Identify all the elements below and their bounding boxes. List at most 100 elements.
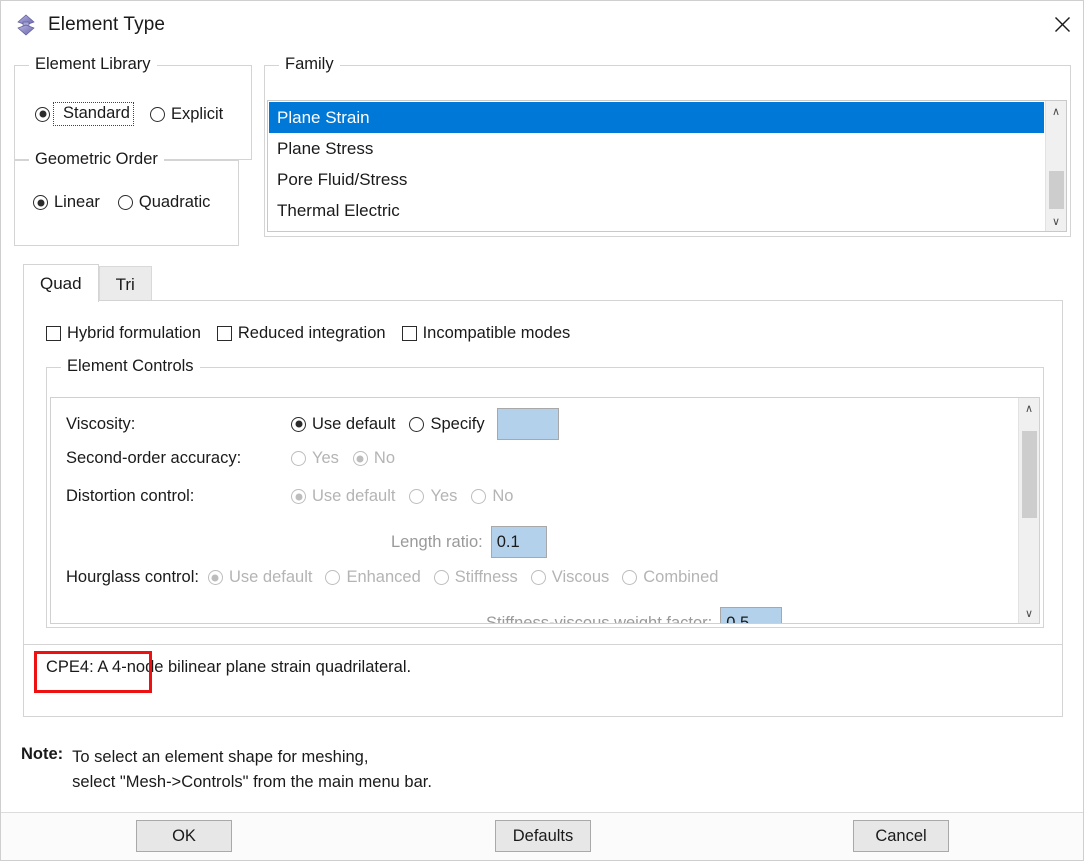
note-line: To select an element shape for meshing, <box>72 748 369 766</box>
family-item-label: Thermal Electric <box>277 201 400 220</box>
radio-hourglass-viscous-label: Viscous <box>551 568 610 586</box>
viscosity-label: Viscosity: <box>66 414 136 433</box>
length-ratio-input[interactable]: 0.1 <box>490 526 547 558</box>
tab-quad[interactable]: Quad <box>23 264 99 302</box>
scroll-down-arrow-icon[interactable]: ∨ <box>1019 603 1039 623</box>
distortion-control-label: Distortion control: <box>66 487 195 505</box>
checkbox-reduced-label: Reduced integration <box>237 324 386 342</box>
checkbox-incompatible-modes[interactable]: Incompatible modes <box>401 324 571 343</box>
note-lines: To select an element shape for meshing, … <box>72 745 432 795</box>
element-controls-scrollbar-thumb[interactable] <box>1022 431 1037 518</box>
scroll-down-arrow-icon[interactable]: ∨ <box>1046 211 1066 231</box>
stiffness-viscous-weight-factor-input[interactable]: 0.5 <box>720 607 783 623</box>
radio-second-order-yes-dot <box>291 451 306 466</box>
note-label: Note: <box>21 745 64 763</box>
cancel-button[interactable]: Cancel <box>853 820 949 852</box>
radio-viscosity-use-default[interactable]: Use default <box>291 415 395 434</box>
element-description-text: CPE4: A 4-node bilinear plane strain qua… <box>46 658 412 676</box>
viscosity-value-input[interactable] <box>496 408 559 440</box>
defaults-button-label: Defaults <box>512 826 574 845</box>
checkbox-hybrid-box <box>46 326 61 341</box>
scroll-up-arrow-icon[interactable]: ∧ <box>1046 101 1066 121</box>
radio-explicit-label: Explicit <box>170 104 224 123</box>
radio-distortion-no-dot <box>471 489 487 504</box>
radio-standard[interactable]: Standard <box>35 102 134 126</box>
radio-quadratic-dot <box>117 195 133 210</box>
second-order-accuracy-label: Second-order accuracy: <box>66 449 242 467</box>
radio-viscosity-specify-dot <box>409 416 425 432</box>
radio-quadratic[interactable]: Quadratic <box>117 193 211 212</box>
radio-hourglass-combined-label: Combined <box>643 568 719 586</box>
radio-viscosity-specify[interactable]: Specify <box>409 415 485 434</box>
radio-quadratic-label: Quadratic <box>138 193 211 211</box>
row-hourglass-control: Hourglass control: Use default Enhanced … <box>66 568 718 587</box>
family-listbox[interactable]: Plane Strain Plane Stress Pore Fluid/Str… <box>267 100 1067 232</box>
cancel-button-label: Cancel <box>875 826 927 845</box>
radio-hourglass-use-default-label: Use default <box>228 568 313 586</box>
list-item[interactable]: Thermal Electric <box>269 195 1044 226</box>
radio-viscosity-use-default-dot <box>291 416 306 432</box>
radio-linear[interactable]: Linear <box>33 193 100 212</box>
ok-button-label: OK <box>172 826 196 845</box>
close-icon[interactable] <box>1039 1 1083 47</box>
family-scrollbar[interactable]: ∧ ∨ <box>1045 101 1066 231</box>
checkbox-hybrid-formulation[interactable]: Hybrid formulation <box>46 324 201 343</box>
checkbox-reduced-box <box>216 326 232 341</box>
radio-distortion-use-default-dot <box>291 489 306 504</box>
radio-distortion-yes[interactable]: Yes <box>409 487 457 506</box>
radio-hourglass-stiffness-dot <box>433 570 449 585</box>
radio-second-order-yes-label: Yes <box>312 449 339 467</box>
row-stiffness-viscous-weight-factor: Stiffness-viscous weight factor: 0.5 <box>486 607 783 624</box>
radio-hourglass-stiffness-label: Stiffness <box>454 568 518 586</box>
row-distortion-control: Distortion control: Use default Yes No <box>66 487 513 506</box>
radio-hourglass-combined-dot <box>622 570 638 585</box>
list-item[interactable]: Plane Stress <box>269 133 1044 164</box>
radio-distortion-no[interactable]: No <box>471 487 513 506</box>
note-line: select "Mesh->Controls" from the main me… <box>72 773 432 791</box>
tab-tri[interactable]: Tri <box>98 266 152 302</box>
radio-second-order-no[interactable]: No <box>352 449 396 468</box>
tab-tri-label: Tri <box>115 274 135 294</box>
radio-second-order-no-label: No <box>373 449 396 467</box>
element-type-dialog: Element Type Element Library Standard Ex… <box>0 0 1084 861</box>
element-controls-title: Element Controls <box>61 357 200 376</box>
element-controls-scroll-area[interactable]: Viscosity: Use default Specify Second-or… <box>50 397 1040 624</box>
element-library-title: Element Library <box>29 55 157 74</box>
element-library-group: Element Library Standard Explicit <box>14 55 252 160</box>
checkbox-hybrid-label: Hybrid formulation <box>67 324 201 342</box>
abaqus-element-icon <box>14 13 38 37</box>
radio-hourglass-enhanced[interactable]: Enhanced <box>325 568 421 587</box>
radio-hourglass-combined[interactable]: Combined <box>622 568 718 587</box>
radio-hourglass-use-default[interactable]: Use default <box>207 568 313 587</box>
family-item-label: Plane Stress <box>277 139 374 158</box>
defaults-button[interactable]: Defaults <box>495 820 591 852</box>
shape-tabs: Quad Tri <box>23 264 152 302</box>
radio-explicit[interactable]: Explicit <box>149 104 224 124</box>
quad-tab-panel: Hybrid formulation Reduced integration I… <box>23 300 1063 645</box>
formulation-options: Hybrid formulation Reduced integration I… <box>46 324 570 343</box>
radio-hourglass-stiffness[interactable]: Stiffness <box>433 568 518 587</box>
family-item-label: Plane Strain <box>277 108 370 127</box>
family-item-label: Pore Fluid/Stress <box>277 170 408 189</box>
radio-distortion-use-default-label: Use default <box>312 487 396 505</box>
checkbox-incompatible-label: Incompatible modes <box>422 324 571 342</box>
ok-button[interactable]: OK <box>136 820 232 852</box>
length-ratio-label: Length ratio: <box>391 532 483 551</box>
checkbox-reduced-integration[interactable]: Reduced integration <box>216 324 386 343</box>
stiffness-viscous-weight-factor-label: Stiffness-viscous weight factor: <box>486 613 713 624</box>
radio-second-order-yes[interactable]: Yes <box>291 449 339 468</box>
scroll-up-arrow-icon[interactable]: ∧ <box>1019 398 1039 418</box>
family-scrollbar-thumb[interactable] <box>1049 171 1064 209</box>
note-block: Note: To select an element shape for mes… <box>21 745 432 795</box>
geometric-order-title: Geometric Order <box>29 150 164 169</box>
element-controls-scrollbar[interactable]: ∧ ∨ <box>1018 398 1039 623</box>
list-item[interactable]: Plane Strain <box>269 102 1044 133</box>
radio-hourglass-viscous[interactable]: Viscous <box>530 568 610 587</box>
radio-hourglass-viscous-dot <box>530 570 546 585</box>
footer-bar: OK Defaults Cancel <box>1 813 1083 860</box>
radio-distortion-no-label: No <box>492 487 514 505</box>
radio-hourglass-use-default-dot <box>207 570 223 585</box>
list-item[interactable]: Pore Fluid/Stress <box>269 164 1044 195</box>
radio-standard-label: Standard <box>63 104 130 122</box>
radio-distortion-use-default[interactable]: Use default <box>291 487 395 506</box>
